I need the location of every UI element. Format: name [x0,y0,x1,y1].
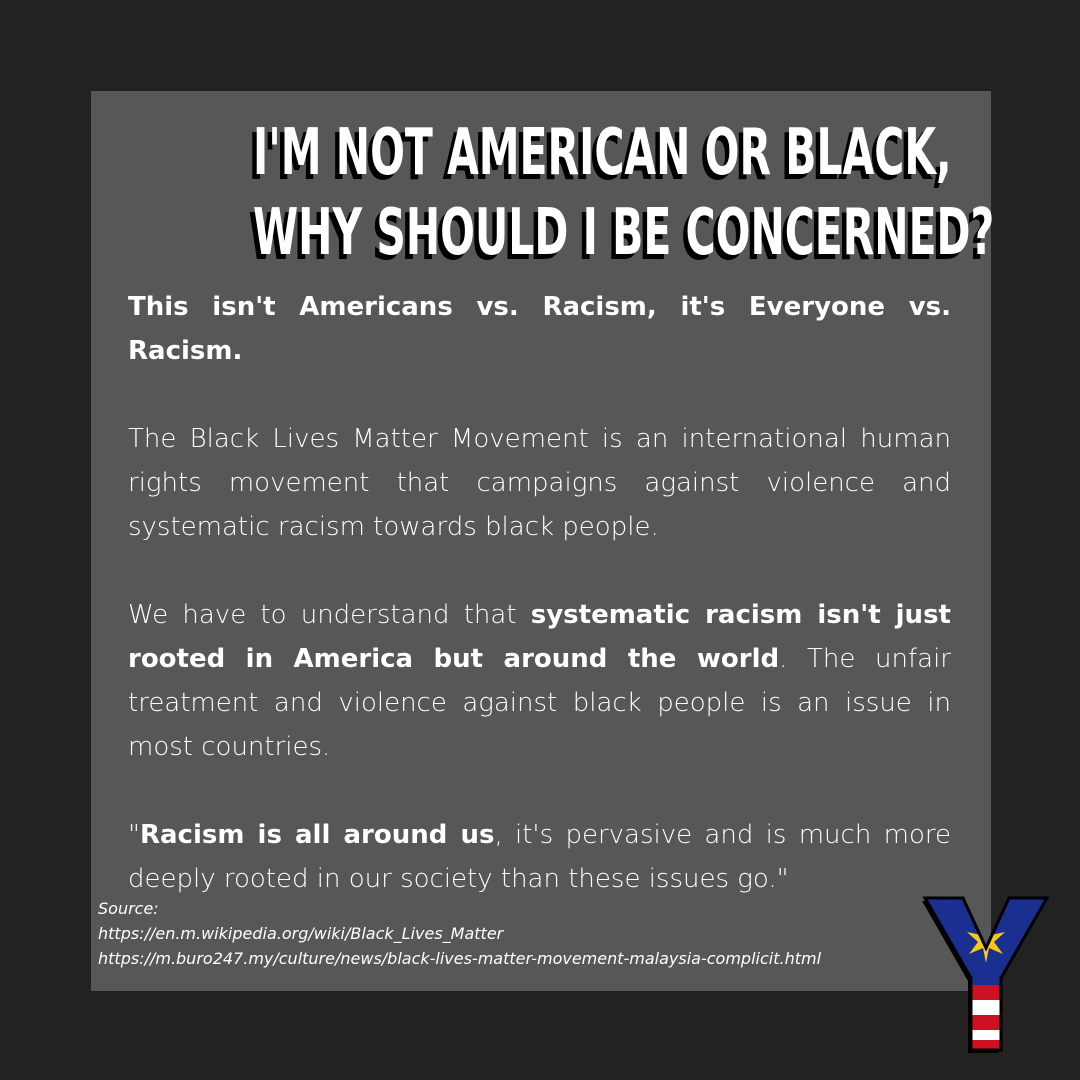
paragraph-blm-definition: The Black Lives Matter Movement is an in… [128,424,951,542]
page-title: I'M NOT AMERICAN OR BLACK, WHY SHOULD I … [253,113,995,273]
lead-paragraph: This isn't Americans vs. Racism, it's Ev… [128,292,951,366]
source-block: Source: https://en.m.wikipedia.org/wiki/… [98,896,821,971]
quote-emphasis: Racism is all around us [139,820,495,850]
source-link-buro247[interactable]: https://m.buro247.my/culture/news/black-… [98,946,821,971]
paragraph-systematic-racism: We have to understand that systematic ra… [128,593,951,769]
headline-line-1: I'M NOT AMERICAN OR BLACK, [253,116,952,190]
quote-paragraph: "Racism is all around us, it's pervasive… [128,813,951,901]
paragraph-text-start: We have to understand that [128,600,531,630]
content-card: I'M NOT AMERICAN OR BLACK, WHY SHOULD I … [91,91,995,991]
malaysia-flag-y-logo-icon [922,896,1050,1053]
source-link-wikipedia[interactable]: https://en.m.wikipedia.org/wiki/Black_Li… [98,921,821,946]
body-text: This isn't Americans vs. Racism, it's Ev… [128,285,951,945]
quote-open: " [128,820,140,850]
headline-line-2: WHY SHOULD I BE CONCERNED? [253,196,995,270]
source-label: Source: [98,899,159,918]
